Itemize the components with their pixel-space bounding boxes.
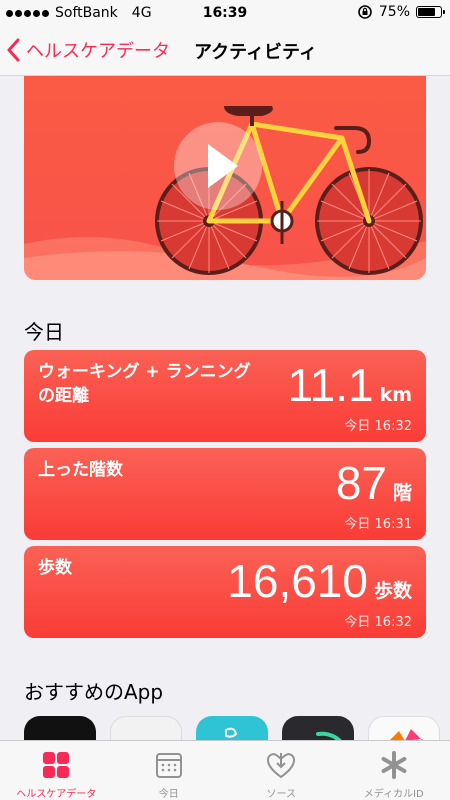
metric-value-group: 11.1 km [287,358,412,412]
metric-title-line1: ウォーキング + ランニング [38,362,251,382]
metric-title-line1: 歩数 [38,558,72,578]
chevron-left-icon [7,38,20,62]
tab-today[interactable]: 今日 [113,741,226,800]
app-icon-nike[interactable] [24,716,96,740]
metric-timestamp: 今日 16:31 [344,517,412,532]
status-bar: SoftBank 4G 16:39 75% [0,0,450,26]
metric-title: ウォーキング + ランニング の距離 [38,360,251,408]
page-title: アクティビティ [194,42,317,63]
metric-card-flights-climbed[interactable]: 上った階数 87 階 今日 16:31 [24,448,426,540]
app-icon-white[interactable] [110,716,182,740]
tab-label: ソース [266,789,297,800]
metric-value: 16,610 [227,555,368,607]
back-button[interactable]: ヘルスケアデータ [6,37,170,63]
download-heart-icon [267,753,296,779]
metric-title-line2: の距離 [38,386,89,406]
metric-value-group: 16,610 歩数 [227,554,412,608]
status-right: 75% [357,4,445,20]
metric-value: 11.1 [287,359,374,411]
back-button-label: ヘルスケアデータ [26,41,170,62]
tab-bar: ヘルスケアデータ 今日 ソース メディカルID [0,740,450,800]
section-recommended-label: おすすめのApp [24,680,164,704]
section-today-label: 今日 [24,320,64,344]
runner-icon [225,727,238,738]
fan-icon [390,729,424,740]
metric-timestamp: 今日 16:32 [344,419,412,434]
rotation-lock-icon [358,5,372,19]
metric-title-line1: 上った階数 [38,460,123,480]
app-icon-runkeeper[interactable] [196,716,268,740]
calendar-icon [155,753,182,778]
metric-value: 87 [335,457,387,509]
battery-percent: 75% [378,4,410,20]
asterisk-icon [381,751,407,779]
tab-health-data[interactable]: ヘルスケアデータ [0,741,113,800]
tab-label: メディカルID [363,789,424,800]
ring-icon [316,731,342,740]
nav-bar: ヘルスケアデータ アクティビティ [0,26,450,76]
app-icon-colorful[interactable] [368,716,440,740]
app-icon-dark[interactable] [282,716,354,740]
battery-icon [416,6,445,18]
metric-unit: 歩数 [373,580,412,602]
swoosh-icon [24,716,96,740]
metric-card-steps[interactable]: 歩数 16,610 歩数 今日 16:32 [24,546,426,638]
bicycle-illustration [24,106,426,280]
tab-label: 今日 [158,789,179,800]
metric-unit: km [379,384,412,406]
tab-medical-id[interactable]: メディカルID [338,741,450,800]
metric-timestamp: 今日 16:32 [344,615,412,630]
metric-unit: 階 [392,482,412,504]
metric-value-group: 87 階 [336,456,412,510]
metric-title: 歩数 [38,556,72,580]
tab-sources[interactable]: ソース [225,741,338,800]
tab-label: ヘルスケアデータ [16,789,97,800]
metric-card-walking-distance[interactable]: ウォーキング + ランニング の距離 11.1 km 今日 16:32 [24,350,426,442]
grid-icon [43,752,70,778]
activity-video-card[interactable] [24,76,426,280]
content-scroll[interactable]: 今日 ウォーキング + ランニング の距離 11.1 km 今日 16:32 上… [0,76,450,740]
metric-title: 上った階数 [38,458,123,482]
